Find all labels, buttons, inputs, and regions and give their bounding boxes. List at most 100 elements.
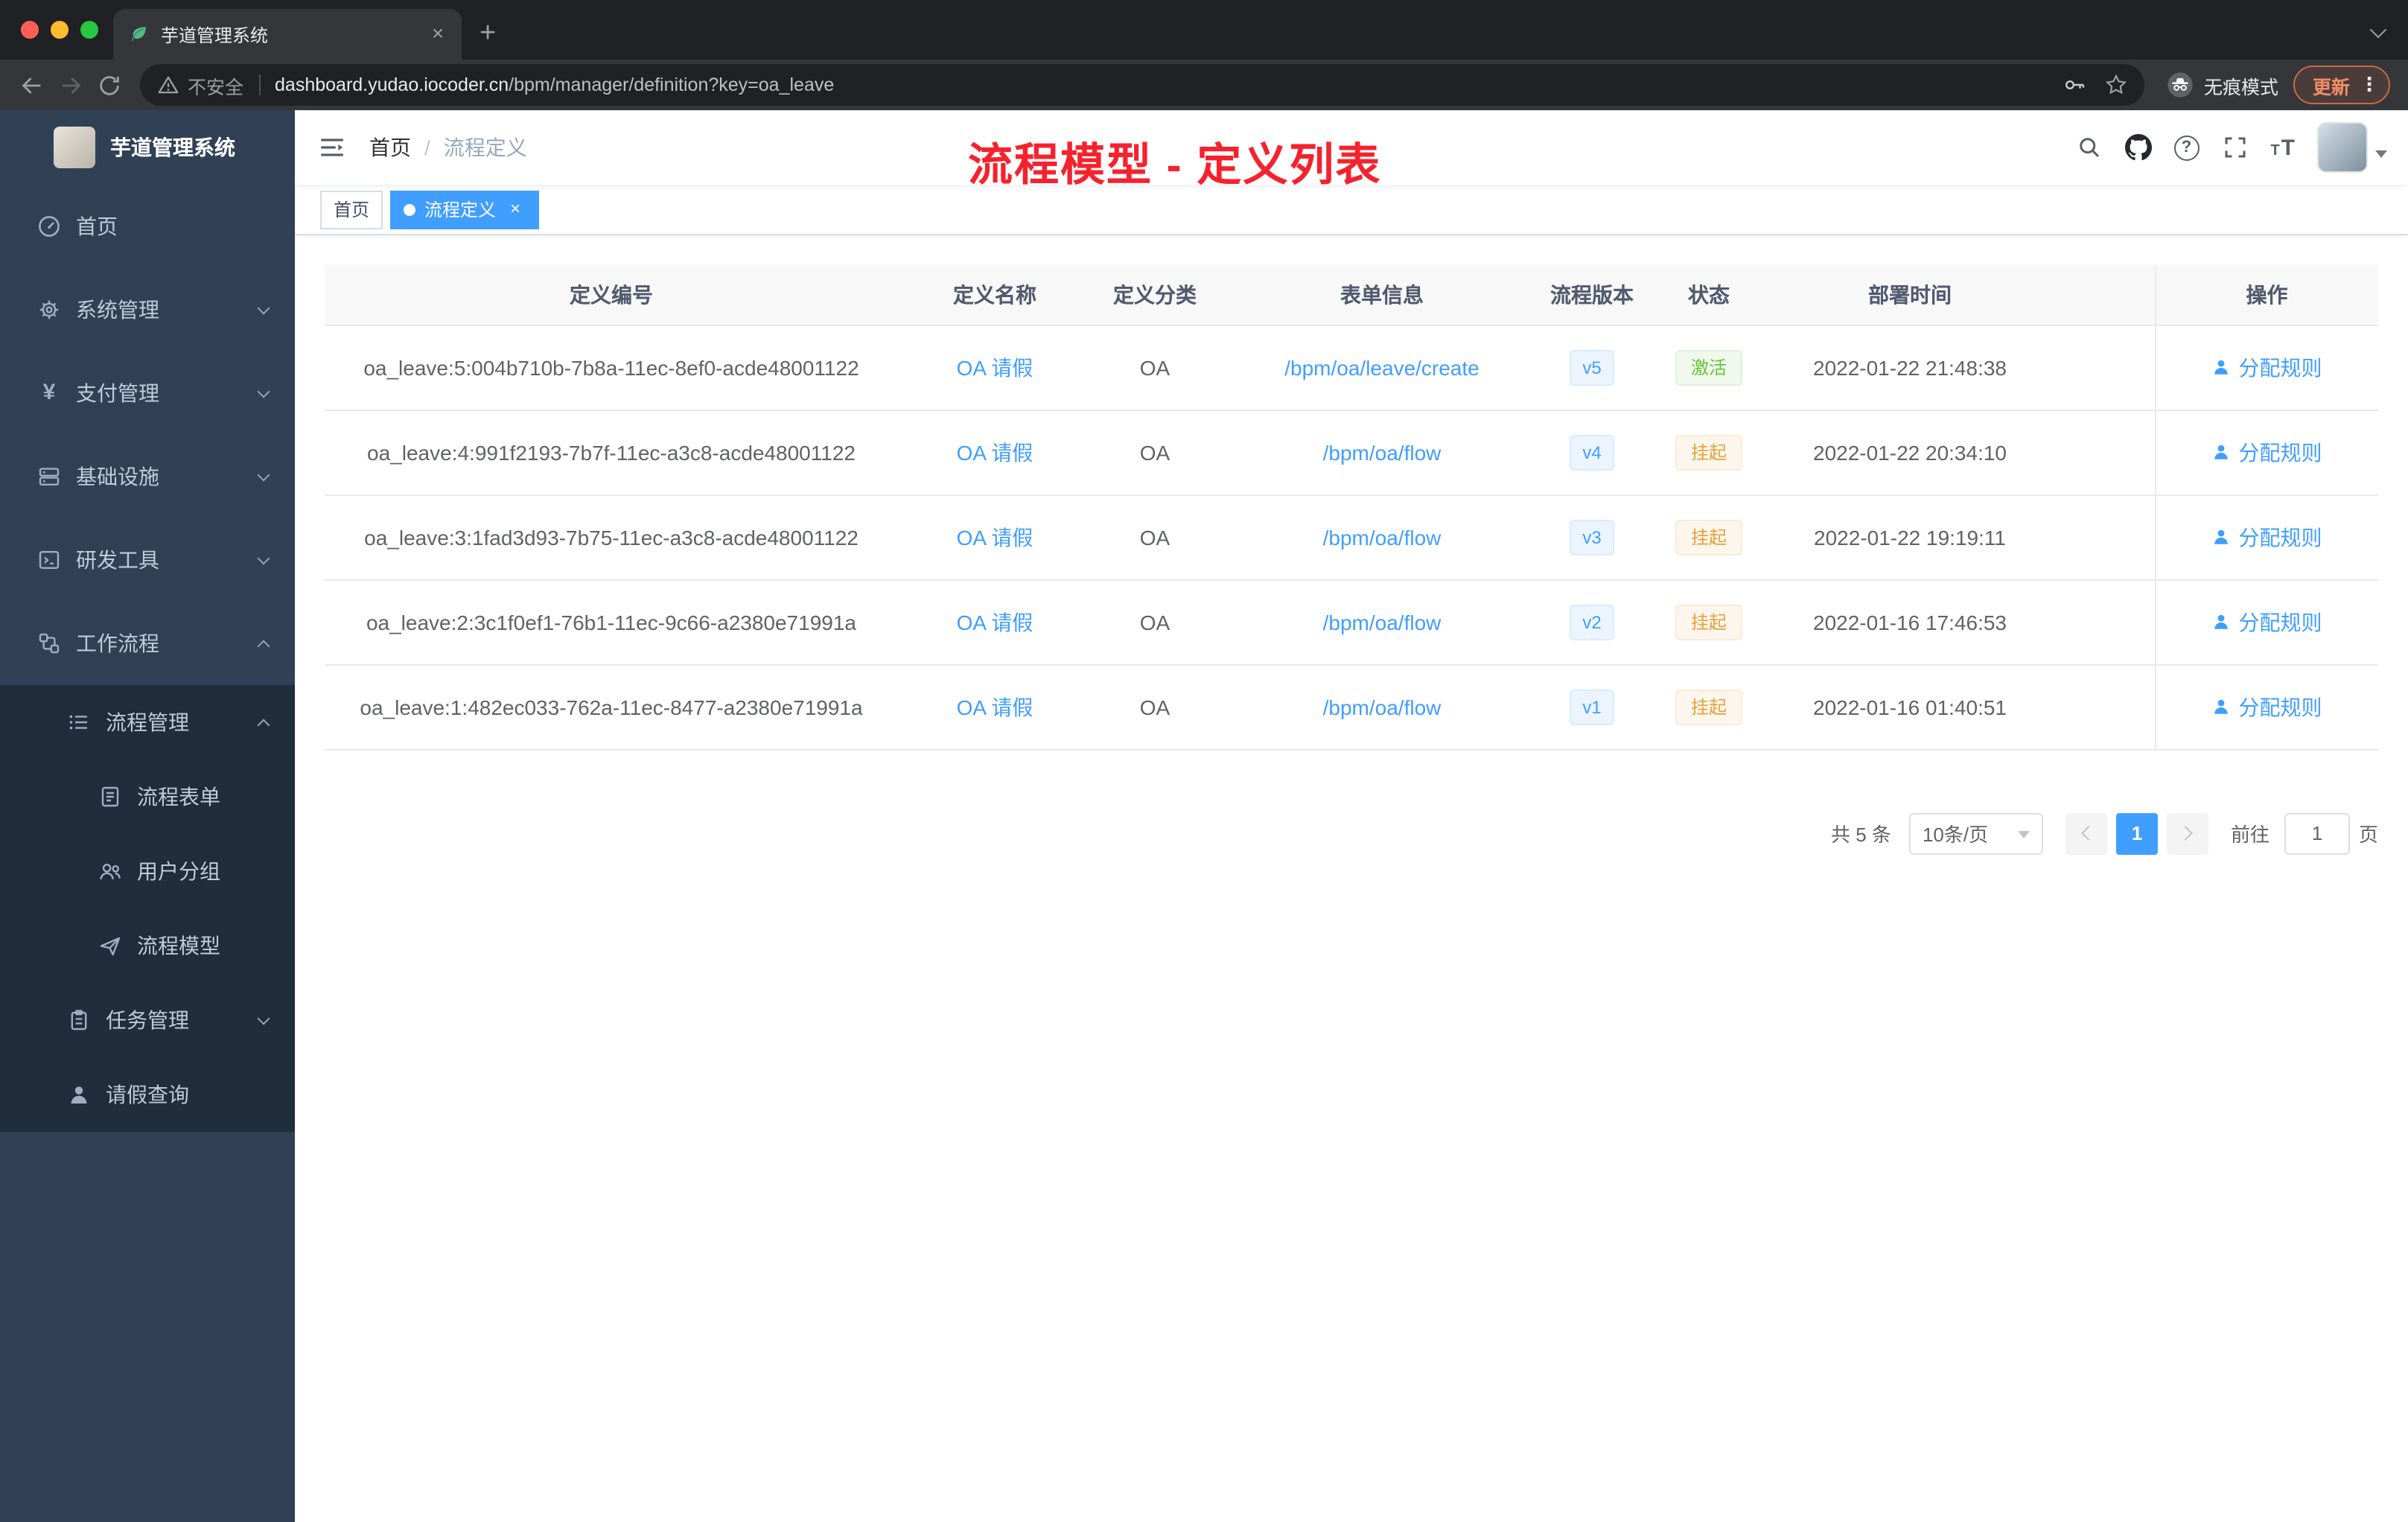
assign-rule-link[interactable]: 分配规则 <box>2212 437 2322 467</box>
form-info-link[interactable]: /bpm/oa/leave/create <box>1284 355 1479 379</box>
definition-name-link[interactable]: OA 请假 <box>957 355 1033 379</box>
cell-deploy-time: 2022-01-22 21:48:38 <box>1780 325 2040 410</box>
next-page-button[interactable] <box>2166 812 2208 854</box>
tab-search-chevron-icon[interactable] <box>2369 21 2387 39</box>
assign-rule-link[interactable]: 分配规则 <box>2212 692 2322 722</box>
definition-name-link[interactable]: OA 请假 <box>957 695 1033 719</box>
avatar <box>2317 122 2368 173</box>
github-icon[interactable] <box>2124 134 2152 161</box>
not-secure-warning-icon <box>158 76 179 94</box>
main-area: 首页 / 流程定义 ? TT 流程模型 - 定义列表 首页 流程定义 × 定义编… <box>295 110 2408 1522</box>
col-definition-category: 定义分类 <box>1092 265 1218 325</box>
yen-icon: ¥ <box>42 380 56 405</box>
version-badge: v3 <box>1569 519 1615 555</box>
sidebar-item-workflow[interactable]: 工作流程 <box>0 602 295 685</box>
user-avatar-menu[interactable] <box>2317 122 2387 173</box>
form-info-link[interactable]: /bpm/oa/flow <box>1323 695 1442 719</box>
goto-page-input[interactable] <box>2284 812 2350 854</box>
prev-page-button[interactable] <box>2065 812 2107 854</box>
sidebar-item-process-management[interactable]: 流程管理 <box>0 685 295 760</box>
definition-name-link[interactable]: OA 请假 <box>957 525 1033 549</box>
user-icon <box>67 1083 91 1107</box>
cell-deploy-time: 2022-01-22 19:19:11 <box>1780 494 2040 580</box>
password-key-icon[interactable] <box>2061 71 2088 98</box>
fullscreen-icon[interactable] <box>2221 134 2248 161</box>
help-icon[interactable]: ? <box>2173 135 2200 160</box>
browser-toolbar: 不安全 dashboard.yudao.iocoder.cn/bpm/manag… <box>0 60 2408 110</box>
dashboard-icon <box>37 214 61 238</box>
screen: 芋道管理系统 × + 不安全 dashboard.yudao.iocoder.c… <box>0 0 2408 1522</box>
omnibox-divider <box>258 74 261 95</box>
cell-category: OA <box>1092 664 1218 750</box>
browser-tab[interactable]: 芋道管理系统 × <box>113 9 462 60</box>
breadcrumb: 首页 / 流程定义 <box>369 133 527 162</box>
definition-name-link[interactable]: OA 请假 <box>957 440 1033 464</box>
cell-category: OA <box>1092 579 1218 665</box>
cell-category: OA <box>1092 494 1218 580</box>
chevron-down-icon <box>257 301 270 314</box>
sidebar-menu: 首页 系统管理 ¥ 支付管理 基础设施 研发工具 工作流程 流程管理 流程表单 … <box>0 185 295 1522</box>
sidebar-item-payment-management[interactable]: ¥ 支付管理 <box>0 351 295 435</box>
browser-menu-kebab-icon[interactable]: ⋮ <box>2356 73 2383 97</box>
logo-title: 芋道管理系统 <box>110 136 235 159</box>
url-bar[interactable]: 不安全 dashboard.yudao.iocoder.cn/bpm/manag… <box>140 64 2144 106</box>
browser-update-button[interactable]: 更新 ⋮ <box>2293 66 2390 104</box>
chevron-down-icon <box>257 1011 270 1025</box>
search-icon[interactable] <box>2075 134 2102 161</box>
back-button[interactable] <box>12 66 51 104</box>
definition-table: 定义编号 定义名称 定义分类 表单信息 流程版本 状态 部署时间 操作 oa_l… <box>325 265 2378 750</box>
assign-rule-link[interactable]: 分配规则 <box>2212 352 2322 382</box>
breadcrumb-home[interactable]: 首页 <box>369 133 411 162</box>
tab-title: 芋道管理系统 <box>161 25 269 45</box>
definition-name-link[interactable]: OA 请假 <box>957 610 1033 634</box>
bookmark-star-icon[interactable] <box>2103 71 2130 98</box>
security-label[interactable]: 不安全 <box>188 71 243 99</box>
pagination: 共 5 条 10条/页 1 前往 页 <box>325 812 2378 854</box>
tag-close-icon[interactable]: × <box>505 198 526 220</box>
close-window-button[interactable] <box>21 21 39 39</box>
sidebar-item-infrastructure[interactable]: 基础设施 <box>0 435 295 518</box>
cell-definition-id: oa_leave:2:3c1f0ef1-76b1-11ec-9c66-a2380… <box>325 579 898 665</box>
tab-close-icon[interactable]: × <box>426 22 450 46</box>
form-info-link[interactable]: /bpm/oa/flow <box>1323 610 1442 634</box>
hamburger-icon[interactable] <box>295 110 369 185</box>
table-row: oa_leave:3:1fad3d93-7b75-11ec-a3c8-acde4… <box>325 494 2378 580</box>
person-icon <box>2214 529 2229 544</box>
browser-chrome: 芋道管理系统 × + 不安全 dashboard.yudao.iocoder.c… <box>0 0 2408 110</box>
reload-button[interactable] <box>89 66 128 104</box>
assign-rule-link[interactable]: 分配规则 <box>2212 607 2322 637</box>
current-page-button[interactable]: 1 <box>2115 812 2158 854</box>
page-size-select[interactable]: 10条/页 <box>1908 812 2043 854</box>
cell-definition-id: oa_leave:5:004b710b-7b8a-11ec-8ef0-acde4… <box>325 325 898 410</box>
new-tab-button[interactable]: + <box>480 19 496 48</box>
sidebar-item-process-form[interactable]: 流程表单 <box>0 760 295 834</box>
forward-button[interactable] <box>51 66 89 104</box>
sidebar-item-leave-query[interactable]: 请假查询 <box>0 1057 295 1132</box>
minimize-window-button[interactable] <box>51 21 69 39</box>
version-badge: v5 <box>1569 349 1615 385</box>
active-tag-dot <box>404 203 416 215</box>
sidebar-logo[interactable]: 芋道管理系统 <box>0 110 295 185</box>
zoom-window-button[interactable] <box>80 21 98 39</box>
tag-process-definition[interactable]: 流程定义 × <box>390 190 540 229</box>
sidebar-item-user-groups[interactable]: 用户分组 <box>0 834 295 908</box>
table-header-row: 定义编号 定义名称 定义分类 表单信息 流程版本 状态 部署时间 操作 <box>325 265 2378 325</box>
sidebar-item-dev-tools[interactable]: 研发工具 <box>0 518 295 602</box>
status-badge: 激活 <box>1675 349 1742 385</box>
tag-home[interactable]: 首页 <box>320 190 383 229</box>
form-info-link[interactable]: /bpm/oa/flow <box>1323 525 1442 549</box>
font-size-icon[interactable]: TT <box>2270 136 2295 159</box>
cell-deploy-time: 2022-01-16 01:40:51 <box>1780 664 2040 750</box>
sidebar-item-system-management[interactable]: 系统管理 <box>0 268 295 351</box>
assign-rule-link[interactable]: 分配规则 <box>2212 522 2322 552</box>
app-window: 芋道管理系统 首页 系统管理 ¥ 支付管理 基础设施 研发工具 工作流程 流程管… <box>0 110 2408 1522</box>
total-count: 共 5 条 <box>1831 824 1891 846</box>
server-icon <box>37 465 61 488</box>
sidebar-item-task-management[interactable]: 任务管理 <box>0 983 295 1057</box>
cell-category: OA <box>1092 325 1218 410</box>
sidebar-item-home[interactable]: 首页 <box>0 185 295 268</box>
form-info-link[interactable]: /bpm/oa/flow <box>1323 440 1442 464</box>
breadcrumb-current: 流程定义 <box>443 136 527 159</box>
sidebar-item-process-model[interactable]: 流程模型 <box>0 908 295 983</box>
terminal-icon <box>37 548 61 572</box>
